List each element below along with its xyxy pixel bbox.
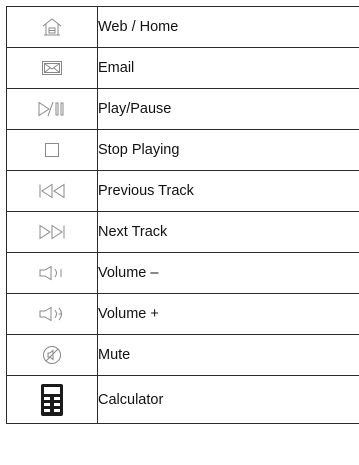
row-label: Play/Pause xyxy=(97,88,359,130)
row-label: Mute xyxy=(97,334,359,376)
icon-cell xyxy=(6,6,98,48)
volume-up-icon xyxy=(7,306,97,322)
next-track-icon xyxy=(7,224,97,240)
row-label: Next Track xyxy=(97,211,359,253)
row-label: Email xyxy=(97,47,359,89)
home-icon xyxy=(7,17,97,37)
volume-down-icon xyxy=(7,265,97,281)
icon-cell xyxy=(6,170,98,212)
table-row: Email xyxy=(6,47,359,89)
row-label: Volume – xyxy=(97,252,359,294)
row-label: Previous Track xyxy=(97,170,359,212)
table-row: Previous Track xyxy=(6,170,359,212)
icon-cell xyxy=(6,252,98,294)
play-pause-icon xyxy=(7,101,97,117)
icon-cell xyxy=(6,375,98,424)
email-icon xyxy=(7,60,97,76)
icon-cell xyxy=(6,129,98,171)
table-row: Mute xyxy=(6,334,359,376)
table-row: Web / Home xyxy=(6,6,359,48)
icon-cell xyxy=(6,293,98,335)
icon-cell xyxy=(6,88,98,130)
table-row: Stop Playing xyxy=(6,129,359,171)
table-row: Volume – xyxy=(6,252,359,294)
row-label: Calculator xyxy=(97,375,359,424)
mute-icon xyxy=(7,345,97,365)
table-row: Next Track xyxy=(6,211,359,253)
icon-cell xyxy=(6,334,98,376)
stop-icon xyxy=(7,142,97,158)
table-row: Volume + xyxy=(6,293,359,335)
icon-cell xyxy=(6,47,98,89)
previous-track-icon xyxy=(7,183,97,199)
hotkey-table: Web / Home Email Play/Pause Stop Playing… xyxy=(6,6,359,424)
icon-cell xyxy=(6,211,98,253)
table-row: Play/Pause xyxy=(6,88,359,130)
row-label: Stop Playing xyxy=(97,129,359,171)
row-label: Volume + xyxy=(97,293,359,335)
table-row: Calculator xyxy=(6,375,359,424)
calculator-icon xyxy=(7,383,97,417)
row-label: Web / Home xyxy=(97,6,359,48)
